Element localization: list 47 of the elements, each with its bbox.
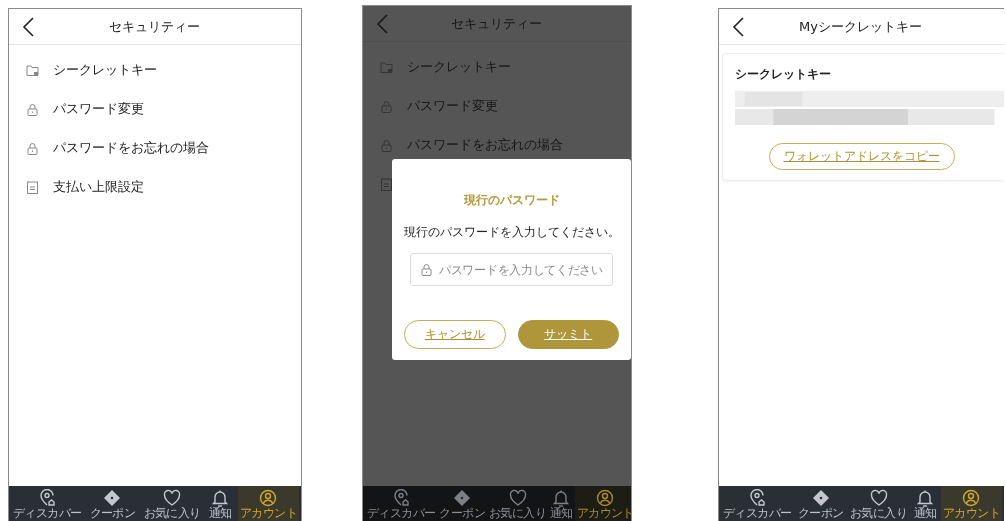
tab-item[interactable]: ディスカバー <box>365 486 438 521</box>
tab-item[interactable]: アカウント <box>574 486 631 521</box>
dialog-message: 現行のパスワードを入力してください。 <box>404 224 619 241</box>
ticket-icon <box>811 489 830 507</box>
pin-icon <box>748 489 767 507</box>
lock-icon <box>26 142 39 155</box>
bell-icon <box>552 489 571 507</box>
ticket-icon <box>453 489 472 507</box>
tab-item[interactable]: 通知 <box>548 486 575 521</box>
document-icon <box>26 181 39 194</box>
menu-item[interactable]: 支払い上限設定 <box>9 168 301 207</box>
tab-item[interactable]: クーポン <box>87 486 138 521</box>
heart-icon <box>869 489 888 507</box>
tab-item[interactable]: 通知 <box>911 486 939 521</box>
tab-item[interactable]: ディスカバー <box>11 486 84 521</box>
lock-icon <box>26 103 39 116</box>
folder-icon <box>26 64 39 77</box>
pin-icon <box>38 489 57 507</box>
heart-icon <box>508 489 527 507</box>
card-label: シークレットキー <box>735 66 832 83</box>
menu-item[interactable]: パスワードをお忘れの場合 <box>9 129 301 168</box>
screen-title: Myシークレットキー <box>798 17 923 36</box>
tab-item[interactable]: ディスカバー <box>721 486 794 521</box>
back-icon[interactable] <box>21 16 35 37</box>
account-icon <box>962 489 981 507</box>
menu-item[interactable]: シークレットキー <box>9 51 301 90</box>
menu-item[interactable]: パスワード変更 <box>9 90 301 129</box>
password-field[interactable]: パスワードを入力してください <box>410 253 613 286</box>
tab-item[interactable]: お気に入り <box>141 486 203 521</box>
tab-item[interactable]: お気に入り <box>487 486 549 521</box>
tab-item[interactable]: アカウント <box>237 486 299 521</box>
pin-icon <box>392 489 411 507</box>
ticket-icon <box>103 489 122 507</box>
lock-icon <box>420 263 433 276</box>
bell-icon <box>211 489 230 507</box>
back-icon[interactable] <box>731 16 745 37</box>
heart-icon <box>163 489 182 507</box>
tab-item[interactable]: クーポン <box>437 486 487 521</box>
tab-item[interactable]: 通知 <box>206 486 234 521</box>
tab-item[interactable]: クーポン <box>795 486 846 521</box>
dialog-title: 現行のパスワード <box>462 192 561 209</box>
bell-icon <box>916 489 935 507</box>
tab-item[interactable]: お気に入り <box>848 486 910 521</box>
account-icon <box>596 489 615 507</box>
account-icon <box>259 489 278 507</box>
tab-item[interactable]: アカウント <box>940 486 1002 521</box>
screen-title: セキュリティー <box>107 17 201 36</box>
